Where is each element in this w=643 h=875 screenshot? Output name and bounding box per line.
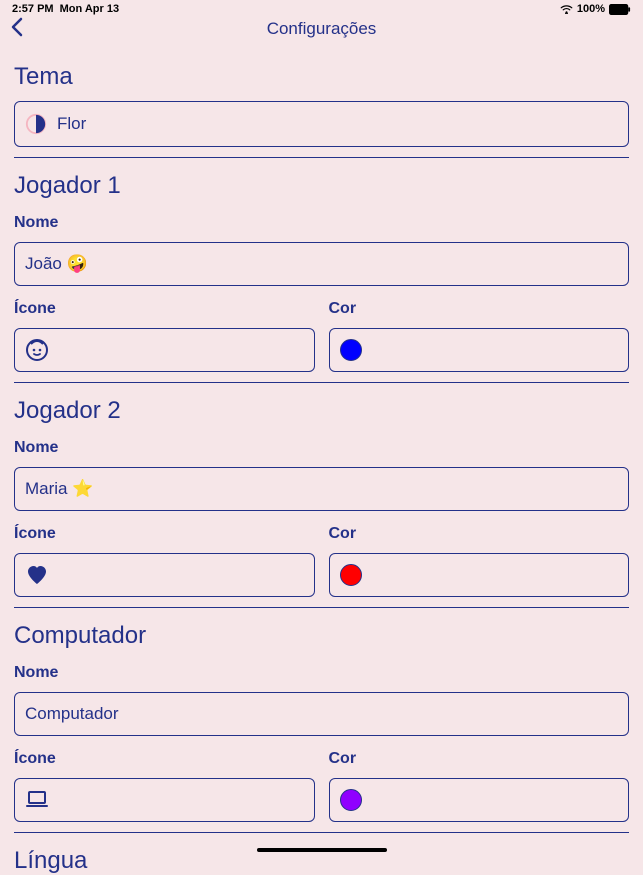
face-icon: [25, 338, 49, 362]
theme-value: Flor: [57, 114, 86, 134]
section-player1-title: Jogador 1: [14, 172, 629, 200]
home-indicator[interactable]: [257, 848, 387, 852]
player2-name-input[interactable]: Maria ⭐: [14, 467, 629, 511]
computer-name-value: Computador: [25, 704, 119, 724]
divider: [14, 157, 629, 158]
status-bar: 2:57 PM Mon Apr 13 100%: [0, 0, 643, 15]
player1-name-value: João 🤪: [25, 254, 88, 274]
player2-color-selector[interactable]: [329, 553, 630, 597]
color-swatch-red: [340, 564, 362, 586]
wifi-icon: [560, 4, 573, 14]
player2-icon-selector[interactable]: [14, 553, 315, 597]
computer-name-input[interactable]: Computador: [14, 692, 629, 736]
heart-icon: [25, 563, 49, 587]
status-time: 2:57 PM: [12, 3, 54, 15]
label-cor: Cor: [329, 300, 630, 318]
label-icone: Ícone: [14, 300, 315, 318]
computer-color-selector[interactable]: [329, 778, 630, 822]
battery-percent: 100%: [577, 3, 605, 15]
color-swatch-purple: [340, 789, 362, 811]
label-nome: Nome: [14, 214, 629, 232]
section-tema-title: Tema: [14, 63, 629, 91]
player1-color-selector[interactable]: [329, 328, 630, 372]
theme-selector[interactable]: Flor: [14, 101, 629, 147]
label-icone: Ícone: [14, 750, 315, 768]
back-button[interactable]: [10, 17, 24, 43]
label-nome: Nome: [14, 664, 629, 682]
label-cor: Cor: [329, 525, 630, 543]
computer-icon-selector[interactable]: [14, 778, 315, 822]
label-cor: Cor: [329, 750, 630, 768]
contrast-icon: [25, 113, 47, 135]
page-title: Configurações: [10, 19, 633, 39]
player1-icon-selector[interactable]: [14, 328, 315, 372]
status-date: Mon Apr 13: [60, 3, 120, 15]
label-icone: Ícone: [14, 525, 315, 543]
laptop-icon: [25, 788, 49, 812]
battery-icon: [609, 4, 631, 15]
status-right: 100%: [560, 3, 631, 15]
status-left: 2:57 PM Mon Apr 13: [12, 3, 119, 15]
player2-name-value: Maria ⭐: [25, 479, 93, 499]
divider: [14, 832, 629, 833]
divider: [14, 382, 629, 383]
label-nome: Nome: [14, 439, 629, 457]
player1-name-input[interactable]: João 🤪: [14, 242, 629, 286]
content: Tema Flor Jogador 1 Nome João 🤪 Ícone: [0, 63, 643, 875]
color-swatch-blue: [340, 339, 362, 361]
section-player2-title: Jogador 2: [14, 397, 629, 425]
nav-header: Configurações: [0, 15, 643, 49]
divider: [14, 607, 629, 608]
section-computer-title: Computador: [14, 622, 629, 650]
